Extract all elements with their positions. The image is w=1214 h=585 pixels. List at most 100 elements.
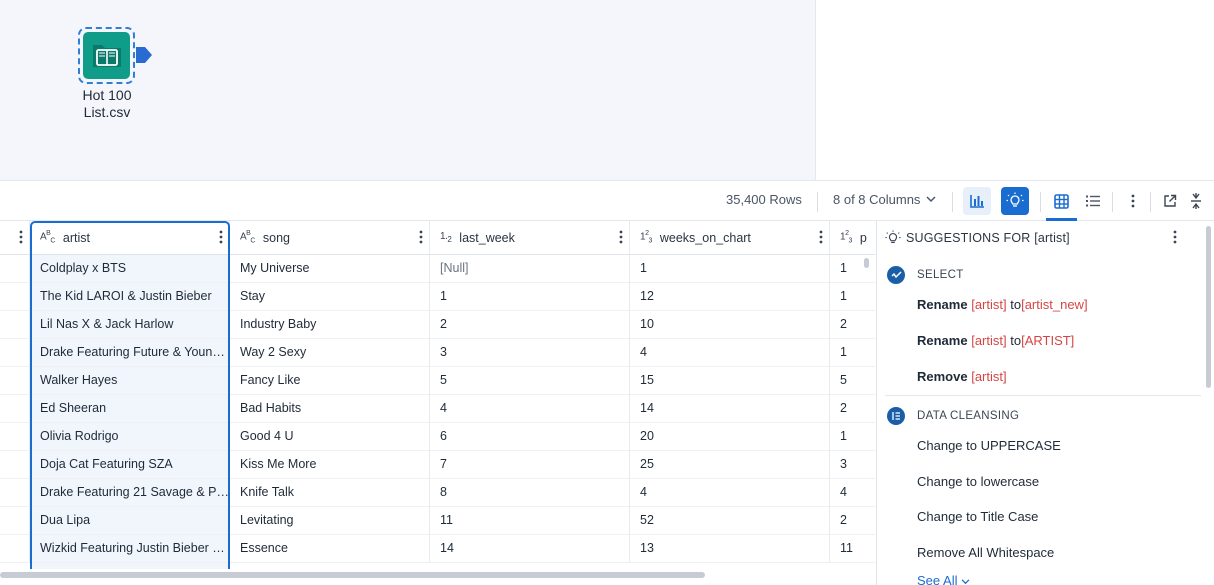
table-cell[interactable]: 20 <box>630 423 830 451</box>
table-cell[interactable]: 4 <box>430 395 630 423</box>
table-cell[interactable]: Kiss Me More <box>230 451 430 479</box>
table-cell[interactable]: 4 <box>830 479 875 507</box>
table-cell[interactable]: Levitating <box>230 507 430 535</box>
table-cell[interactable]: [Null] <box>430 255 630 283</box>
table-cell[interactable]: 3 <box>430 339 630 367</box>
table-cell[interactable]: Ed Sheeran <box>30 395 230 423</box>
grid-view-button[interactable] <box>1047 187 1075 215</box>
column-header-artist[interactable]: ABC artist <box>30 221 230 255</box>
column-header-song[interactable]: ABC song <box>230 221 430 255</box>
table-cell[interactable]: The Kid LAROI & Justin Bieber <box>30 283 230 311</box>
table-cell[interactable]: 25 <box>630 451 830 479</box>
table-cell[interactable]: 8 <box>430 479 630 507</box>
table-cell[interactable]: 1 <box>830 283 875 311</box>
table-cell[interactable]: Doja Cat Featuring SZA <box>30 451 230 479</box>
table-cell[interactable]: Dua Lipa <box>30 507 230 535</box>
table-cell[interactable]: Coldplay x BTS <box>30 255 230 283</box>
table-cell[interactable]: Knife Talk <box>230 479 430 507</box>
table-cell[interactable]: 12 <box>630 283 830 311</box>
output-anchor-icon[interactable] <box>136 46 152 64</box>
table-cell[interactable]: 1 <box>830 423 875 451</box>
profile-button[interactable] <box>963 187 991 215</box>
kebab-icon[interactable] <box>219 230 223 244</box>
suggestion-rename-new[interactable]: Rename [artist] to[artist_new] <box>917 297 1088 312</box>
suggestion-field: [artist] <box>971 297 1007 312</box>
table-cell[interactable]: 1 <box>830 339 875 367</box>
kebab-icon[interactable] <box>619 230 623 244</box>
table-cell[interactable]: 14 <box>630 395 830 423</box>
integer-type-icon: 123 <box>640 230 652 245</box>
table-cell[interactable]: 52 <box>630 507 830 535</box>
kebab-icon[interactable] <box>19 230 23 244</box>
tool-label-line2: List.csv <box>83 104 131 120</box>
table-cell[interactable]: 13 <box>630 535 830 563</box>
table-cell[interactable]: 11 <box>830 535 875 563</box>
table-cell[interactable]: Fancy Like <box>230 367 430 395</box>
row-stub <box>0 395 30 423</box>
table-cell[interactable]: Good 4 U <box>230 423 430 451</box>
table-cell[interactable]: Walker Hayes <box>30 367 230 395</box>
input-data-tool[interactable] <box>78 27 135 84</box>
pop-out-button[interactable] <box>1156 187 1184 215</box>
list-icon <box>1086 195 1100 207</box>
suggestion-remove-whitespace[interactable]: Remove All Whitespace <box>917 545 1054 560</box>
table-cell[interactable]: 14 <box>430 535 630 563</box>
table-cell[interactable]: Drake Featuring Future & Young Thug <box>30 339 230 367</box>
column-name: artist <box>62 230 90 245</box>
decimal-type-icon: 1.2 <box>440 231 452 244</box>
table-cell[interactable]: 1 <box>430 283 630 311</box>
table-cell[interactable]: 1 <box>630 255 830 283</box>
table-cell[interactable]: 2 <box>430 311 630 339</box>
table-cell[interactable]: 2 <box>830 395 875 423</box>
table-cell[interactable]: My Universe <box>230 255 430 283</box>
suggestions-panel: SUGGESTIONS FOR [artist] SELECT Rename [… <box>876 221 1214 585</box>
table-cell[interactable]: Lil Nas X & Jack Harlow <box>30 311 230 339</box>
column-header-weeks-on-chart[interactable]: 123 weeks_on_chart <box>630 221 830 255</box>
vertical-scrollbar[interactable] <box>864 258 869 268</box>
kebab-icon[interactable] <box>1173 230 1177 244</box>
column-name: weeks_on_chart <box>659 230 751 245</box>
table-cell[interactable]: 6 <box>430 423 630 451</box>
panel-scrollbar[interactable] <box>1206 226 1211 388</box>
column-name: song <box>262 230 291 245</box>
collapse-button[interactable] <box>1182 187 1210 215</box>
more-options-button[interactable] <box>1119 187 1147 215</box>
kebab-icon[interactable] <box>419 230 423 244</box>
list-view-button[interactable] <box>1079 187 1107 215</box>
table-cell[interactable]: Stay <box>230 283 430 311</box>
suggestion-rename-upper[interactable]: Rename [artist] to[ARTIST] <box>917 333 1074 348</box>
table-cell[interactable]: 2 <box>830 311 875 339</box>
table-cell[interactable]: 15 <box>630 367 830 395</box>
table-cell[interactable]: 3 <box>830 451 875 479</box>
table-cell[interactable]: Olivia Rodrigo <box>30 423 230 451</box>
table-cell[interactable]: 5 <box>830 367 875 395</box>
suggestion-uppercase[interactable]: Change to UPPERCASE <box>917 438 1061 453</box>
select-icon <box>887 266 905 284</box>
kebab-icon[interactable] <box>819 230 823 244</box>
table-cell[interactable]: Bad Habits <box>230 395 430 423</box>
suggestion-lowercase[interactable]: Change to lowercase <box>917 474 1039 489</box>
table-cell[interactable]: Essence <box>230 535 430 563</box>
table-cell[interactable]: 7 <box>430 451 630 479</box>
see-all-link[interactable]: See All <box>917 573 970 585</box>
column-header-stub[interactable] <box>0 221 30 255</box>
column-header-last-week[interactable]: 1.2 last_week <box>430 221 630 255</box>
table-cell[interactable]: 5 <box>430 367 630 395</box>
columns-dropdown[interactable]: 8 of 8 Columns <box>833 192 936 207</box>
table-cell[interactable]: 11 <box>430 507 630 535</box>
suggestion-titlecase[interactable]: Change to Title Case <box>917 509 1038 524</box>
data-grid[interactable]: ABC artist ABC song 1.2 last_week 123 we… <box>0 221 875 585</box>
table-cell[interactable]: 4 <box>630 339 830 367</box>
table-cell[interactable]: 2 <box>830 507 875 535</box>
horizontal-scrollbar[interactable] <box>0 572 705 578</box>
table-cell[interactable]: Wizkid Featuring Justin Bieber & Tems <box>30 535 230 563</box>
table-cell[interactable]: Industry Baby <box>230 311 430 339</box>
table-cell[interactable]: Way 2 Sexy <box>230 339 430 367</box>
table-cell[interactable]: 10 <box>630 311 830 339</box>
suggestion-remove[interactable]: Remove [artist] <box>917 369 1007 384</box>
table-cell[interactable]: 4 <box>630 479 830 507</box>
table-cell[interactable]: Drake Featuring 21 Savage & Project Pat <box>30 479 230 507</box>
workflow-canvas[interactable]: Hot 100 List.csv <box>0 0 815 181</box>
column-header-peak[interactable]: 123 p <box>830 221 875 255</box>
suggestions-button[interactable] <box>1001 187 1029 215</box>
